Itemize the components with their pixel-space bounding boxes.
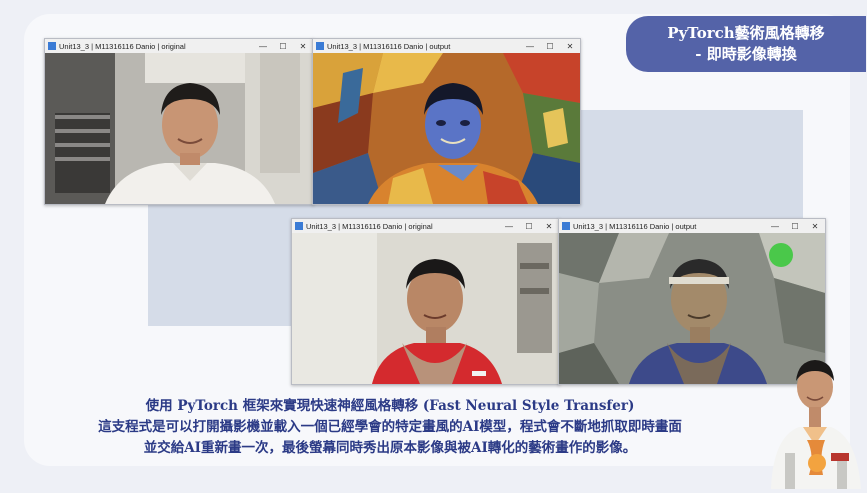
presenter-image [771,360,861,489]
minimize-icon[interactable]: — [765,222,785,231]
app-icon [562,222,570,230]
camera-view-output [313,53,580,204]
title-banner: PyTorch藝術風格轉移 - 即時影像轉換 [626,16,866,72]
window-title: Unit13_3 | M11316116 Danio | output [573,221,697,231]
camera-frame-image-2 [292,233,559,384]
window-title: Unit13_3 | M11316116 Danio | original [59,41,186,51]
window-titlebar[interactable]: Unit13_3 | M11316116 Danio | original — … [292,219,559,233]
window-original-top[interactable]: Unit13_3 | M11316116 Danio | original — … [44,38,314,205]
camera-view-original-2 [292,233,559,384]
app-icon [48,42,56,50]
caption-line-1: 使用 PyTorch 框架來實現快速神經風格轉移 (Fast Neural St… [145,398,635,414]
title-line-2: - 即時影像轉換 [695,45,797,63]
maximize-icon[interactable]: ☐ [540,42,560,51]
minimize-icon[interactable]: — [520,42,540,51]
window-titlebar[interactable]: Unit13_3 | M11316116 Danio | original — … [45,39,313,53]
maximize-icon[interactable]: ☐ [785,222,805,231]
close-icon[interactable]: ✕ [539,222,559,231]
caption-line-3: 並交給AI重新畫一次，最後螢幕同時秀出原本影像與被AI轉化的藝術畫作的影像。 [143,440,637,456]
window-title: Unit13_3 | M11316116 Danio | output [327,41,451,51]
window-original-bottom[interactable]: Unit13_3 | M11316116 Danio | original — … [291,218,560,385]
camera-frame-image [45,53,313,204]
maximize-icon[interactable]: ☐ [273,42,293,51]
description-caption: 使用 PyTorch 框架來實現快速神經風格轉移 (Fast Neural St… [40,396,740,459]
app-icon [295,222,303,230]
minimize-icon[interactable]: — [499,222,519,231]
close-icon[interactable]: ✕ [560,42,580,51]
caption-line-2: 這支程式是可以打開攝影機並載入一個已經學會的特定畫風的AI模型，程式會不斷地抓取… [98,419,682,435]
window-output-top[interactable]: Unit13_3 | M11316116 Danio | output — ☐ … [312,38,581,205]
app-icon [316,42,324,50]
window-titlebar[interactable]: Unit13_3 | M11316116 Danio | output — ☐ … [313,39,580,53]
stylized-frame-image [313,53,580,204]
close-icon[interactable]: ✕ [293,42,313,51]
window-titlebar[interactable]: Unit13_3 | M11316116 Danio | output — ☐ … [559,219,825,233]
title-line-1: PyTorch藝術風格轉移 [667,24,825,42]
maximize-icon[interactable]: ☐ [519,222,539,231]
minimize-icon[interactable]: — [253,42,273,51]
window-title: Unit13_3 | M11316116 Danio | original [306,221,433,231]
presenter-photo [763,345,867,489]
camera-view-original [45,53,313,204]
close-icon[interactable]: ✕ [805,222,825,231]
